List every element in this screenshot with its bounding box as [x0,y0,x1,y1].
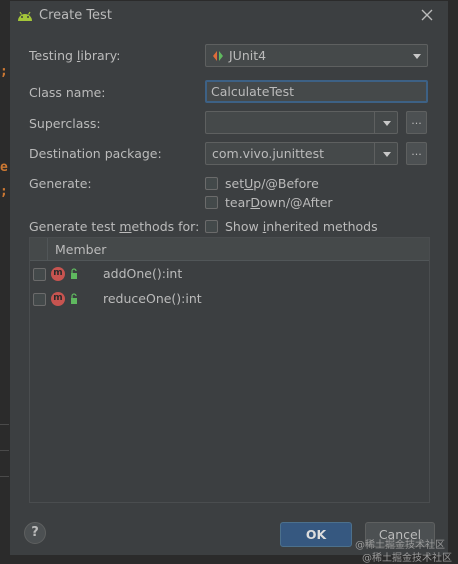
table-row[interactable]: m addOne():int [30,262,429,286]
chevron-down-icon[interactable] [383,121,391,126]
member-name: reduceOne():int [103,291,202,306]
chevron-down-icon [413,54,421,59]
table-header: Member [30,238,429,261]
chevron-down-icon[interactable] [383,152,391,157]
members-table: Member m addOne():int m reduceOne():int [29,237,430,503]
generate-methods-label: Generate test methods for: [29,219,200,234]
setup-label[interactable]: setUp/@Before [225,176,319,191]
code-fragment: ; [0,64,8,79]
destination-package-combo[interactable]: com.vivo.junittest [205,142,398,165]
help-button[interactable]: ? [24,522,46,544]
testing-library-select[interactable]: JUnit4 [205,44,428,67]
header-divider [47,238,48,260]
combo-separator [374,112,375,133]
generate-label: Generate: [29,176,92,191]
code-fragment: ; [0,184,8,199]
member-checkbox[interactable] [33,268,46,281]
method-icon: m [51,267,65,281]
member-column-header[interactable]: Member [55,242,106,257]
title-bar[interactable]: Create Test [10,1,448,31]
class-name-value: CalculateTest [211,84,294,99]
code-fragment: e [0,160,8,175]
setup-checkbox[interactable] [205,177,218,190]
destination-package-label: Destination package: [29,146,162,161]
show-inherited-label[interactable]: Show inherited methods [225,219,378,234]
method-icon: m [51,292,65,306]
destination-package-value: com.vivo.junittest [212,146,325,161]
destination-package-browse-button[interactable]: ... [406,142,427,165]
member-name: addOne():int [103,266,183,281]
testing-library-label: Testing library: [29,48,121,63]
editor-line [0,424,9,425]
android-icon [18,11,32,21]
combo-separator [374,143,375,164]
public-lock-icon [71,268,77,279]
superclass-combo[interactable] [205,111,398,134]
close-icon[interactable] [418,6,436,24]
create-test-dialog: Create Test Testing library: JUnit4 Clas… [9,0,449,556]
public-lock-icon [71,293,77,304]
table-row[interactable]: m reduceOne():int [30,287,429,311]
dialog-title: Create Test [39,8,112,23]
member-checkbox[interactable] [33,293,46,306]
ok-button[interactable]: OK [280,522,352,547]
editor-line [0,476,9,477]
editor-line [0,450,9,451]
teardown-label[interactable]: tearDown/@After [225,195,333,210]
junit-icon [213,51,223,61]
class-name-label: Class name: [29,85,106,100]
editor-background: ; e ; [0,0,9,564]
teardown-checkbox[interactable] [205,196,218,209]
class-name-input[interactable]: CalculateTest [205,80,428,103]
superclass-browse-button[interactable]: ... [406,111,427,134]
testing-library-value: JUnit4 [229,48,267,63]
watermark: @稀土掘金技术社区 [362,553,452,564]
show-inherited-checkbox[interactable] [205,220,218,233]
superclass-label: Superclass: [29,116,101,131]
